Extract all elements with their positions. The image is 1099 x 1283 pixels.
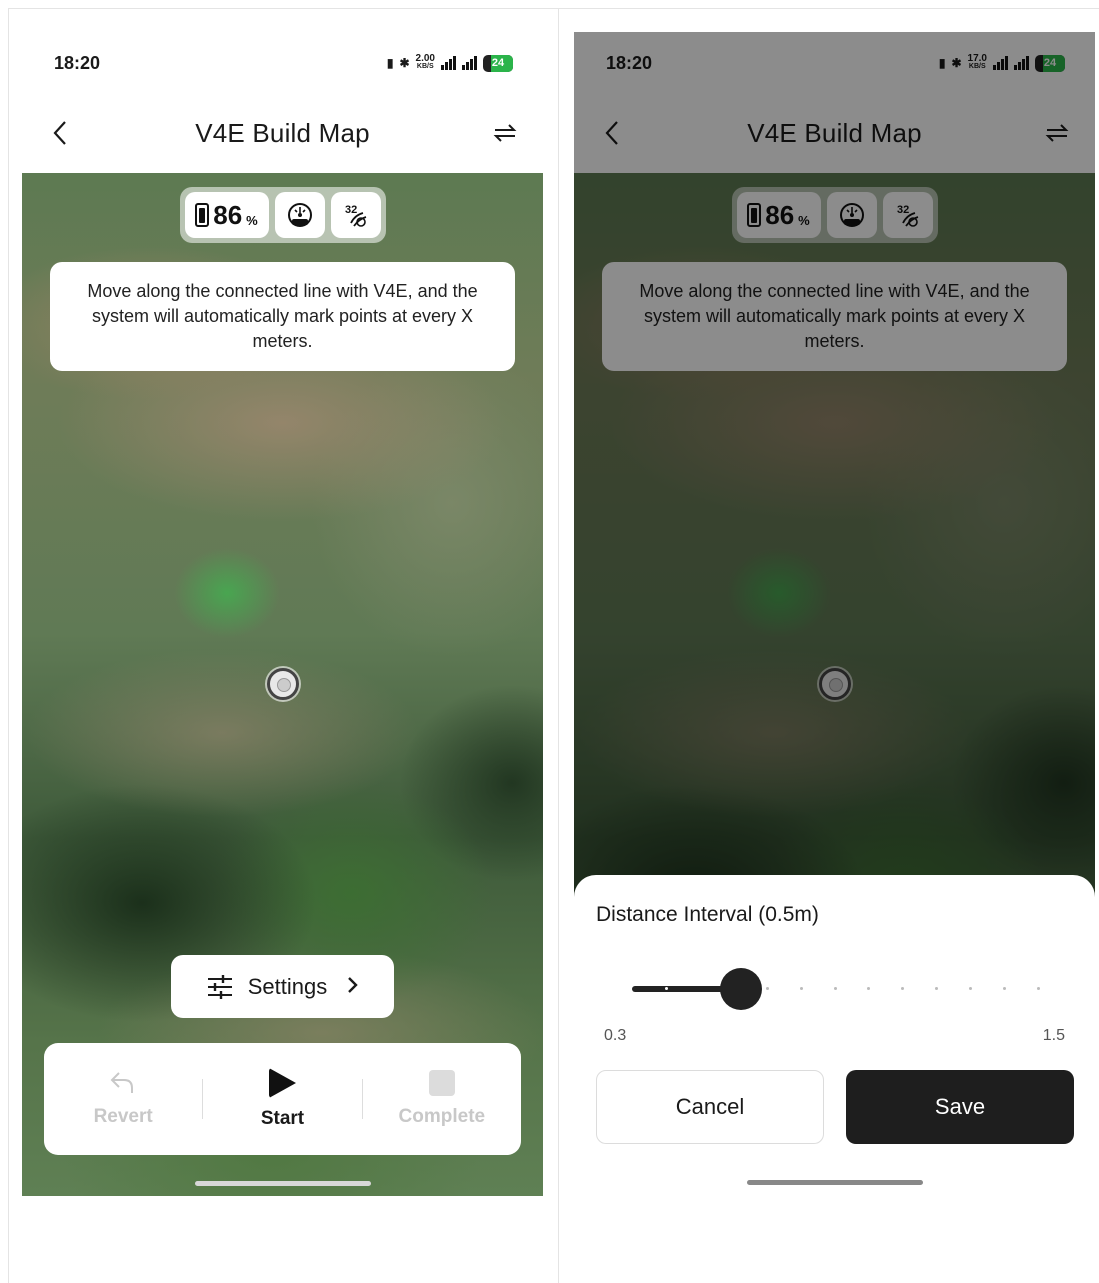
battery-icon: 24 — [1035, 54, 1065, 72]
start-button[interactable]: Start — [203, 1068, 361, 1130]
settings-button[interactable]: Settings — [171, 955, 394, 1018]
battery-icon: 24 — [483, 54, 513, 72]
sliders-icon — [207, 974, 232, 999]
rtk-fixed-icon — [839, 203, 864, 227]
slider-tick — [833, 987, 837, 990]
chevron-right-icon — [347, 974, 359, 1000]
status-icons: ▮ ✱ 2.00 KB/S 24 — [386, 53, 513, 72]
battery-chip: 86 % — [184, 192, 269, 238]
play-icon — [268, 1068, 296, 1098]
status-icons: ▮ ✱ 17.0 KB/S 24 — [938, 53, 1065, 72]
status-bar: 18:20 ▮ ✱ 2.00 KB/S 24 — [22, 32, 543, 94]
device-status-chips: 86 % 32 — [179, 187, 386, 243]
network-speed: 17.0 KB/S — [967, 53, 987, 71]
battery-icon — [195, 203, 210, 227]
battery-icon — [747, 203, 762, 227]
revert-label: Revert — [93, 1106, 153, 1127]
device-status-chips: 86 % 32 — [731, 187, 938, 243]
satellite-chip: 32 — [882, 192, 933, 238]
start-label: Start — [260, 1108, 305, 1129]
slider-tick — [1002, 987, 1006, 990]
save-button[interactable]: Save — [846, 1070, 1074, 1144]
nav-bar: V4E Build Map — [574, 94, 1095, 172]
home-indicator — [746, 1180, 923, 1185]
complete-label: Complete — [398, 1106, 486, 1127]
battery-unit: % — [798, 212, 810, 228]
frame-border-top — [8, 8, 1099, 9]
stop-icon — [428, 1070, 455, 1096]
slider-thumb[interactable] — [720, 968, 763, 1010]
page-title: V4E Build Map — [195, 117, 370, 148]
home-indicator — [194, 1181, 371, 1186]
revert-button[interactable]: Revert — [44, 1070, 202, 1128]
rtk-fixed-chip — [274, 192, 325, 238]
bluetooth-icon: ✱ — [399, 56, 410, 70]
satellite-count: 32 — [897, 204, 909, 216]
action-bar: Revert Start Complete — [44, 1043, 521, 1155]
slider-tick — [799, 987, 803, 990]
settings-label: Settings — [247, 973, 328, 999]
page-title: V4E Build Map — [747, 117, 922, 148]
battery-value: 86 — [213, 199, 243, 230]
phone-screen-settings: 18:20 ▮ ✱ 17.0 KB/S 24 V4E Build Map 86 — [574, 32, 1095, 1196]
complete-button[interactable]: Complete — [363, 1070, 521, 1128]
network-speed: 2.00 KB/S — [415, 53, 435, 71]
slider-max-label: 1.5 — [1042, 1027, 1065, 1044]
chevron-left-icon[interactable] — [44, 117, 76, 149]
battery-chip: 86 % — [736, 192, 821, 238]
signal-icon — [993, 56, 1008, 70]
network-speed-value: 2.00 — [415, 53, 435, 64]
status-time: 18:20 — [606, 52, 653, 73]
undo-icon — [110, 1072, 134, 1093]
cancel-button[interactable]: Cancel — [596, 1070, 824, 1144]
device-location-marker — [267, 668, 299, 700]
network-speed-unit: KB/S — [968, 63, 986, 70]
signal-icon-2 — [462, 56, 477, 70]
rtk-fixed-icon — [287, 203, 312, 227]
slider-tick — [867, 987, 871, 990]
slider-tick — [765, 987, 769, 990]
satellite-count: 32 — [345, 204, 357, 216]
sheet-title: Distance Interval (0.5m) — [596, 903, 819, 926]
status-bar: 18:20 ▮ ✱ 17.0 KB/S 24 — [574, 32, 1095, 94]
slider-tick — [968, 987, 972, 990]
frame-border-left — [8, 8, 9, 1283]
slider-tick — [665, 987, 668, 990]
network-speed-value: 17.0 — [967, 53, 987, 64]
nav-bar: V4E Build Map — [22, 94, 543, 172]
frame-divider — [558, 8, 559, 1283]
instruction-card: Move along the connected line with V4E, … — [50, 262, 515, 371]
battery-unit: % — [246, 212, 258, 228]
distance-slider[interactable] — [632, 968, 1040, 1010]
signal-icon-2 — [1014, 56, 1029, 70]
satellite-chip: 32 — [330, 192, 381, 238]
device-location-marker — [819, 668, 851, 700]
slider-tick — [901, 987, 905, 990]
vibrate-icon: ▮ — [938, 56, 946, 70]
battery-value: 86 — [765, 199, 795, 230]
network-speed-unit: KB/S — [416, 63, 434, 70]
instruction-card: Move along the connected line with V4E, … — [602, 262, 1067, 371]
signal-icon — [441, 56, 456, 70]
chevron-left-icon[interactable] — [596, 117, 628, 149]
distance-interval-sheet: Distance Interval (0.5m) 0.3 1.5 Cancel … — [574, 875, 1095, 1196]
phone-screen-main: 18:20 ▮ ✱ 2.00 KB/S 24 V4E Build Map 86 — [22, 32, 543, 1196]
slider-tick — [935, 987, 938, 990]
satellite-map[interactable]: 86 % 32 Move along the connected line wi… — [22, 173, 543, 1196]
satellite-icon: 32 — [897, 204, 918, 227]
rtk-fixed-chip — [826, 192, 877, 238]
bluetooth-icon: ✱ — [951, 56, 962, 70]
slider-tick — [1036, 987, 1040, 990]
swap-arrows-icon[interactable] — [489, 117, 521, 149]
swap-arrows-icon[interactable] — [1041, 117, 1073, 149]
satellite-icon: 32 — [345, 204, 366, 227]
status-time: 18:20 — [54, 52, 101, 73]
vibrate-icon: ▮ — [386, 56, 394, 70]
slider-min-label: 0.3 — [604, 1027, 627, 1044]
